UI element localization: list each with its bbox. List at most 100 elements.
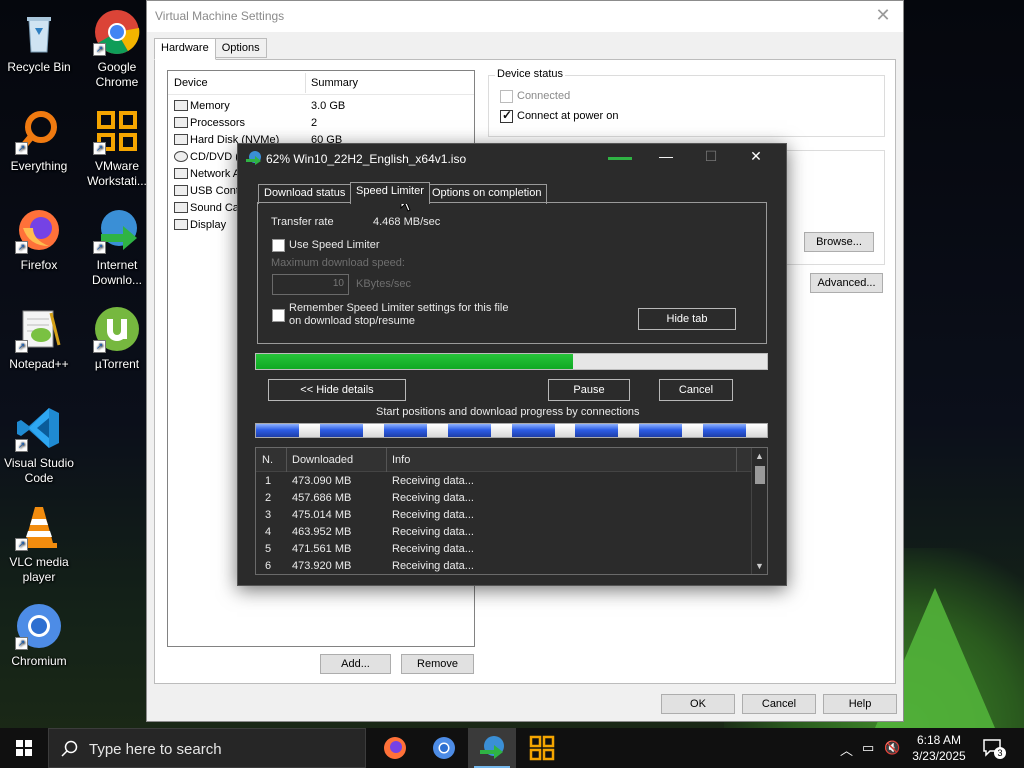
- desktop-icon-label: VMware Workstati...: [87, 159, 147, 188]
- connection-gap-segment: [299, 424, 320, 437]
- row-info: Receiving data...: [392, 560, 474, 572]
- device-summary: 2: [311, 117, 318, 129]
- desktop-icon-firefox[interactable]: ↗ Firefox: [0, 206, 78, 273]
- max-speed-label: Maximum download speed:: [271, 257, 405, 269]
- volume-muted-icon[interactable]: 🔇: [884, 740, 900, 756]
- device-name: USB Contr: [190, 185, 243, 197]
- remove-button[interactable]: Remove: [401, 654, 474, 674]
- table-row[interactable]: 4 463.952 MB Receiving data...: [256, 524, 752, 541]
- close-icon[interactable]: ✕: [736, 148, 776, 165]
- max-speed-unit: KBytes/sec: [356, 278, 412, 290]
- taskbar-firefox[interactable]: [371, 728, 419, 768]
- desktop-icon-label: Recycle Bin: [7, 60, 71, 74]
- desktop-icon-notepad-plus-plus[interactable]: ↗ Notepad++: [0, 305, 78, 372]
- taskbar-idm[interactable]: [468, 728, 516, 768]
- maximize-icon[interactable]: ☐: [691, 148, 731, 165]
- device-row-memory[interactable]: Memory 3.0 GB: [168, 98, 474, 115]
- device-name: Network A: [190, 168, 241, 180]
- notification-count-badge: 3: [994, 747, 1006, 759]
- desktop-icon-label: Notepad++: [9, 357, 69, 371]
- hide-tab-button[interactable]: Hide tab: [638, 308, 736, 330]
- taskbar-clock[interactable]: 6:18 AM 3/23/2025: [905, 732, 973, 764]
- shortcut-arrow-icon: ↗: [93, 340, 106, 353]
- scroll-up-icon[interactable]: ▲: [752, 451, 767, 461]
- idm-titlebar[interactable]: 62% Win10_22H2_English_x64v1.iso — ☐ ✕: [238, 144, 786, 173]
- shortcut-arrow-icon: ↗: [15, 538, 28, 551]
- pause-button[interactable]: Pause: [548, 379, 630, 401]
- connected-checkbox[interactable]: [500, 90, 513, 103]
- add-button[interactable]: Add...: [320, 654, 391, 674]
- taskbar-chromium[interactable]: [420, 728, 468, 768]
- table-row[interactable]: 2 457.686 MB Receiving data...: [256, 490, 752, 507]
- connections-scrollbar[interactable]: ▲ ▼: [751, 448, 767, 574]
- connect-at-power-on-checkbox[interactable]: [500, 108, 513, 123]
- show-hidden-icons-chevron-icon[interactable]: ︿: [840, 740, 853, 759]
- column-device[interactable]: Device: [174, 77, 208, 89]
- desktop-icon-label: Firefox: [20, 258, 58, 272]
- desktop-icon-label: VLC media player: [9, 555, 69, 584]
- everything-icon: ↗: [15, 107, 63, 155]
- notification-center-icon[interactable]: 3: [982, 738, 1006, 759]
- column-summary[interactable]: Summary: [311, 77, 358, 89]
- desktop-icon-vlc[interactable]: ↗ VLC media player: [0, 503, 78, 585]
- desktop-icon-utorrent[interactable]: ↗ µTorrent: [78, 305, 156, 372]
- desktop-icon-internet-download-manager[interactable]: ↗ Internet Downlo...: [78, 206, 156, 288]
- connection-progress-segment: [639, 424, 683, 437]
- vm-settings-titlebar[interactable]: Virtual Machine Settings ✕: [147, 1, 903, 32]
- table-row[interactable]: 5 471.561 MB Receiving data...: [256, 541, 752, 558]
- help-button[interactable]: Help: [823, 694, 897, 714]
- tab-speed-limiter[interactable]: Speed Limiter: [350, 182, 430, 204]
- table-row[interactable]: 6 473.920 MB Receiving data...: [256, 558, 752, 574]
- desktop-icon-vmware[interactable]: ↗ VMware Workstati...: [78, 107, 156, 189]
- device-name: Memory: [190, 100, 230, 112]
- desktop-icon-recycle-bin[interactable]: Recycle Bin: [0, 8, 78, 75]
- column-info[interactable]: Info: [392, 454, 410, 466]
- device-row-processors[interactable]: Processors 2: [168, 115, 474, 132]
- shortcut-arrow-icon: ↗: [15, 241, 28, 254]
- row-info: Receiving data...: [392, 509, 474, 521]
- max-speed-input[interactable]: 10: [272, 274, 349, 295]
- taskbar-vmware[interactable]: [518, 728, 566, 768]
- connections-table[interactable]: N. Downloaded Info 1 473.090 MB Receivin…: [255, 447, 768, 575]
- row-downloaded: 475.014 MB: [292, 509, 352, 521]
- use-speed-limiter-checkbox[interactable]: [272, 239, 285, 252]
- tab-hardware[interactable]: Hardware: [154, 38, 216, 60]
- transfer-rate-value: 4.468 MB/sec: [373, 216, 441, 228]
- hide-details-button[interactable]: << Hide details: [268, 379, 406, 401]
- desktop-icon-google-chrome[interactable]: ↗ Google Chrome: [78, 8, 156, 90]
- cancel-download-button[interactable]: Cancel: [659, 379, 733, 401]
- scrollbar-thumb[interactable]: [755, 466, 765, 484]
- desktop-icon-everything[interactable]: ↗ Everything: [0, 107, 78, 174]
- desktop-icon-chromium[interactable]: ↗ Chromium: [0, 602, 78, 669]
- column-separator: [305, 73, 306, 93]
- column-number[interactable]: N.: [262, 454, 273, 466]
- table-row[interactable]: 3 475.014 MB Receiving data...: [256, 507, 752, 524]
- remember-speed-limiter-checkbox[interactable]: [272, 309, 285, 322]
- scroll-down-icon[interactable]: ▼: [752, 561, 767, 571]
- minimize-icon[interactable]: —: [646, 148, 686, 164]
- device-list-header: Device Summary: [168, 71, 474, 95]
- recycle-bin-icon: [15, 8, 63, 56]
- tab-options-on-completion[interactable]: Options on completion: [426, 184, 548, 204]
- vlc-icon: ↗: [15, 503, 63, 551]
- column-separator: [736, 448, 737, 472]
- close-icon[interactable]: ✕: [871, 5, 895, 26]
- network-icon[interactable]: ▭: [862, 740, 874, 756]
- table-row[interactable]: 1 473.090 MB Receiving data...: [256, 473, 752, 490]
- desktop-icon-visual-studio-code[interactable]: ↗ Visual Studio Code: [0, 404, 78, 486]
- desktop-icon-label: Internet Downlo...: [91, 258, 143, 287]
- ok-button[interactable]: OK: [661, 694, 735, 714]
- download-progress-fill: [256, 354, 573, 369]
- advanced-button[interactable]: Advanced...: [810, 273, 883, 293]
- start-button[interactable]: [0, 728, 48, 768]
- shortcut-arrow-icon: ↗: [15, 340, 28, 353]
- cancel-button[interactable]: Cancel: [742, 694, 816, 714]
- tab-download-status[interactable]: Download status: [258, 184, 352, 204]
- browse-button[interactable]: Browse...: [804, 232, 874, 252]
- tab-options[interactable]: Options: [214, 38, 267, 58]
- connection-gap-segment: [426, 424, 448, 437]
- taskbar-search-box[interactable]: Type here to search: [48, 728, 366, 768]
- device-name: Sound Car: [190, 202, 243, 214]
- column-downloaded[interactable]: Downloaded: [292, 454, 353, 466]
- search-placeholder: Type here to search: [89, 741, 222, 758]
